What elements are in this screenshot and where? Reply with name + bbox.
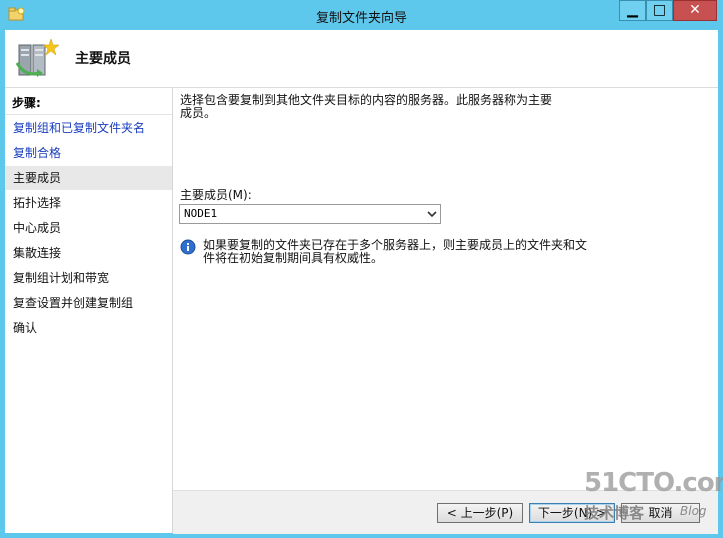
page-title: 主要成员 bbox=[75, 51, 131, 67]
minimize-button[interactable]: ▁ bbox=[619, 0, 646, 21]
step-schedule-bandwidth: 复制组计划和带宽 bbox=[13, 271, 110, 285]
info-icon bbox=[180, 239, 196, 255]
cancel-button[interactable]: 取消 bbox=[621, 503, 700, 523]
minimize-icon: ▁ bbox=[627, 2, 638, 18]
step-replication-eligibility[interactable]: 复制合格 bbox=[5, 141, 172, 165]
step-hub-members: 中心成员 bbox=[13, 221, 62, 235]
steps-sidebar: 步骤: 复制组和已复制文件夹名 复制合格 主要成员 拓扑选择 中心成员 集散连接… bbox=[5, 88, 173, 533]
primary-member-value: NODE1 bbox=[184, 207, 218, 220]
primary-member-label: 主要成员(M): bbox=[180, 188, 252, 202]
maximize-button[interactable]: □ bbox=[646, 0, 673, 21]
previous-button[interactable]: < 上一步(P) bbox=[437, 503, 523, 523]
title-bar[interactable]: 复制文件夹向导 ▁ □ ✕ bbox=[0, 0, 723, 30]
step-topology-selection: 拓扑选择 bbox=[13, 196, 62, 210]
steps-heading: 步骤: bbox=[12, 96, 41, 110]
wizard-client-area: 主要成员 步骤: 复制组和已复制文件夹名 复制合格 主要成员 拓扑选择 中心成员… bbox=[5, 30, 718, 534]
wizard-footer: < 上一步(P) 下一步(N) > 取消 bbox=[173, 490, 718, 534]
wizard-header: 主要成员 bbox=[5, 30, 718, 88]
step-review-create: 复查设置并创建复制组 bbox=[13, 296, 134, 310]
steps-divider bbox=[5, 114, 172, 115]
close-button[interactable]: ✕ bbox=[673, 0, 717, 21]
close-icon: ✕ bbox=[689, 2, 701, 18]
main-content: 选择包含要复制到其他文件夹目标的内容的服务器。此服务器称为主要成员。 主要成员(… bbox=[173, 88, 718, 490]
window-title: 复制文件夹向导 bbox=[315, 11, 407, 26]
next-button[interactable]: 下一步(N) > bbox=[529, 503, 615, 523]
maximize-icon: □ bbox=[652, 2, 667, 18]
server-replication-icon bbox=[15, 38, 60, 77]
step-replication-group-name[interactable]: 复制组和已复制文件夹名 bbox=[5, 116, 172, 140]
page-description: 选择包含要复制到其他文件夹目标的内容的服务器。此服务器称为主要成员。 bbox=[180, 93, 553, 120]
step-primary-member: 主要成员 bbox=[5, 166, 172, 190]
wizard-window: 复制文件夹向导 ▁ □ ✕ 主要成员 步骤: 复制组和已复制文件夹名 复制合格 … bbox=[0, 0, 723, 538]
chevron-down-icon bbox=[427, 211, 437, 218]
step-confirmation: 确认 bbox=[13, 321, 38, 335]
primary-member-select[interactable]: NODE1 bbox=[179, 204, 441, 224]
info-message: 如果要复制的文件夹已存在于多个服务器上，则主要成员上的文件夹和文件将在初始复制期… bbox=[203, 238, 588, 265]
step-hub-spoke-connections: 集散连接 bbox=[13, 246, 62, 260]
